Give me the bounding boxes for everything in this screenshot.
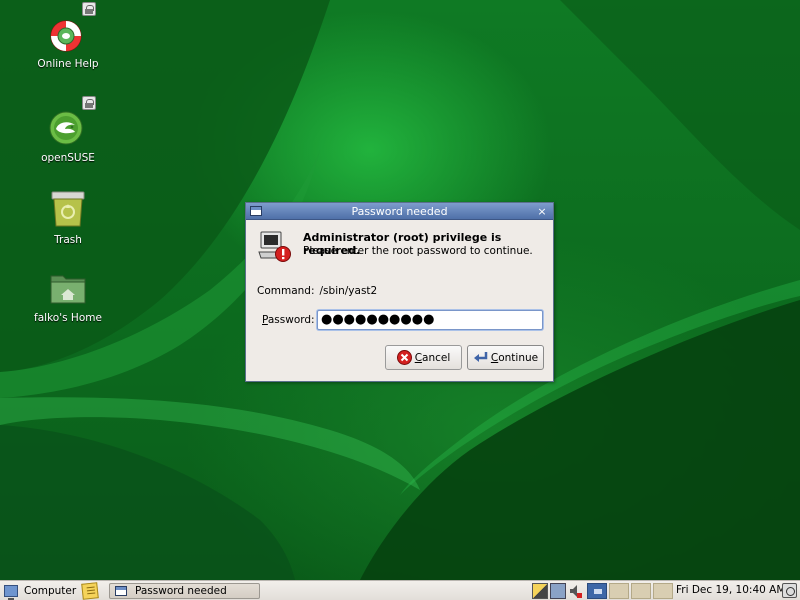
- desktop-icon-online-help[interactable]: Online Help: [20, 2, 116, 71]
- task-label: Password needed: [135, 585, 227, 597]
- desktop-icon-trash[interactable]: Trash: [20, 190, 116, 247]
- lock-icon: [82, 2, 96, 16]
- clock[interactable]: Fri Dec 19, 10:40 AM: [676, 581, 785, 600]
- computer-error-icon: [258, 230, 292, 264]
- workspace-1-button[interactable]: [587, 583, 607, 599]
- computer-icon: [4, 585, 18, 600]
- continue-button[interactable]: Continue: [467, 345, 544, 370]
- network-manager-icon[interactable]: [550, 583, 566, 599]
- workspace-4-button[interactable]: [653, 583, 673, 599]
- notes-launcher-icon[interactable]: [81, 582, 99, 600]
- dialog-title: Password needed: [351, 205, 448, 218]
- command-row: Command: /sbin/yast2: [257, 285, 377, 297]
- workspace-2-button[interactable]: [609, 583, 629, 599]
- lifebuoy-icon: [48, 2, 96, 54]
- computer-menu-label: Computer: [24, 584, 77, 597]
- close-button[interactable]: ×: [535, 203, 549, 220]
- network-status-icon[interactable]: [532, 583, 548, 599]
- password-dialog: Password needed × Administrator (root) p…: [245, 202, 554, 382]
- dialog-titlebar[interactable]: Password needed ×: [246, 203, 553, 220]
- password-label: Password:: [262, 314, 315, 326]
- cancel-icon: [396, 350, 412, 365]
- command-label: Command:: [257, 285, 315, 297]
- desktop-icon-home[interactable]: falko's Home: [20, 268, 116, 325]
- cancel-label-rest: ancel: [422, 351, 451, 364]
- bottom-panel: Computer Password needed Fri Dec 19, 10:…: [0, 580, 800, 600]
- desktop-icon-label: openSUSE: [41, 152, 95, 164]
- continue-accel: C: [490, 351, 499, 364]
- home-folder-icon: [48, 268, 88, 308]
- desktop-icon-label: falko's Home: [34, 312, 102, 324]
- window-menu-icon[interactable]: [250, 206, 262, 216]
- desktop-icon-opensuse[interactable]: openSUSE: [20, 96, 116, 165]
- taskbar-window-password-needed[interactable]: Password needed: [109, 583, 260, 599]
- desktop-icon-label: Online Help: [37, 58, 99, 70]
- opensuse-logo-icon: [48, 96, 96, 148]
- window-icon: [115, 586, 127, 596]
- enter-arrow-icon: [473, 350, 488, 365]
- cancel-accel: C: [414, 351, 423, 364]
- command-value: /sbin/yast2: [319, 285, 378, 297]
- dialog-subline: Please enter the root password to contin…: [303, 245, 533, 257]
- power-icon[interactable]: [782, 583, 797, 598]
- computer-menu-button[interactable]: Computer: [4, 581, 76, 600]
- trash-icon: [48, 190, 88, 230]
- desktop-icon-label: Trash: [54, 234, 82, 246]
- workspace-3-button[interactable]: [631, 583, 651, 599]
- cancel-button[interactable]: Cancel: [385, 345, 462, 370]
- volume-muted-icon[interactable]: [569, 583, 583, 599]
- continue-label-rest: ontinue: [498, 351, 539, 364]
- password-label-rest: assword:: [267, 314, 315, 326]
- lock-icon: [82, 96, 96, 110]
- password-input[interactable]: ●●●●●●●●●●: [317, 310, 543, 330]
